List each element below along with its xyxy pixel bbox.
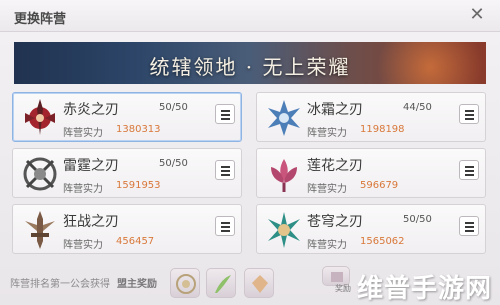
strength-value: 1380313 <box>116 124 161 135</box>
faction-name: 冰霜之刃 <box>307 102 363 118</box>
faction-card-sky[interactable]: 苍穹之刃 50/50 阵营实力 1565062 <box>256 204 486 254</box>
strength-label: 阵营实力 <box>307 128 347 139</box>
faction-card-berserker[interactable]: 狂战之刃 阵营实力 456457 <box>12 204 242 254</box>
faction-name: 狂战之刃 <box>63 214 119 230</box>
member-count: 50/50 <box>403 214 432 225</box>
close-icon[interactable]: ✕ <box>468 6 486 24</box>
dialog-title: 更换阵营 <box>14 12 67 27</box>
menu-icon[interactable] <box>215 216 235 236</box>
menu-icon[interactable] <box>459 216 479 236</box>
crimson-blade-emblem-icon <box>25 99 55 135</box>
frost-blade-emblem-icon <box>268 100 300 136</box>
menu-icon[interactable] <box>215 104 235 124</box>
faction-card-lotus[interactable]: 莲花之刃 阵营实力 596679 <box>256 148 486 198</box>
faction-name: 莲花之刃 <box>307 158 363 174</box>
menu-icon[interactable] <box>459 104 479 124</box>
reward-feather-icon[interactable] <box>206 268 236 298</box>
faction-card-frost[interactable]: 冰霜之刃 44/50 阵营实力 1198198 <box>256 92 486 142</box>
member-count: 44/50 <box>403 102 432 113</box>
strength-label: 阵营实力 <box>63 240 103 251</box>
faction-card-crimson[interactable]: 赤炎之刃 50/50 阵营实力 1380313 <box>12 92 242 142</box>
reward-description: 阵营排名第一公会获得 <box>10 279 110 290</box>
change-faction-dialog: 更换阵营 ✕ 统辖领地 · 无上荣耀 赤炎之刃 50/50 阵营实力 13803… <box>0 0 500 305</box>
thunder-blade-emblem-icon <box>23 157 57 191</box>
site-watermark: 维普手游网 <box>356 274 492 304</box>
berserker-blade-emblem-icon <box>25 211 55 249</box>
strength-value: 1591953 <box>116 180 161 191</box>
faction-name: 苍穹之刃 <box>307 214 363 230</box>
strength-label: 阵营实力 <box>307 240 347 251</box>
banner-slogan: 统辖领地 · 无上荣耀 <box>149 55 351 79</box>
lotus-blade-emblem-icon <box>271 159 297 192</box>
strength-label: 阵营实力 <box>307 184 347 195</box>
faction-name: 雷霆之刃 <box>63 158 119 174</box>
reward-scroll-icon[interactable] <box>244 268 274 298</box>
faction-card-thunder[interactable]: 雷霆之刃 50/50 阵营实力 1591953 <box>12 148 242 198</box>
banner: 统辖领地 · 无上荣耀 <box>14 42 486 84</box>
strength-value: 456457 <box>116 236 155 247</box>
sky-blade-emblem-icon <box>268 212 300 248</box>
menu-icon[interactable] <box>215 160 235 180</box>
member-count: 50/50 <box>159 102 188 113</box>
reward-label: 奖励 <box>335 284 351 293</box>
strength-label: 阵营实力 <box>63 184 103 195</box>
dialog-title-bar: 更换阵营 ✕ <box>0 0 500 32</box>
menu-icon[interactable] <box>459 160 479 180</box>
member-count: 50/50 <box>159 158 188 169</box>
reward-badge-icon[interactable] <box>170 268 200 298</box>
leader-reward-label: 盟主奖励 <box>117 279 157 290</box>
faction-name: 赤炎之刃 <box>63 102 119 118</box>
strength-label: 阵营实力 <box>63 128 103 139</box>
strength-value: 1565062 <box>360 236 405 247</box>
strength-value: 1198198 <box>360 124 405 135</box>
strength-value: 596679 <box>360 180 399 191</box>
